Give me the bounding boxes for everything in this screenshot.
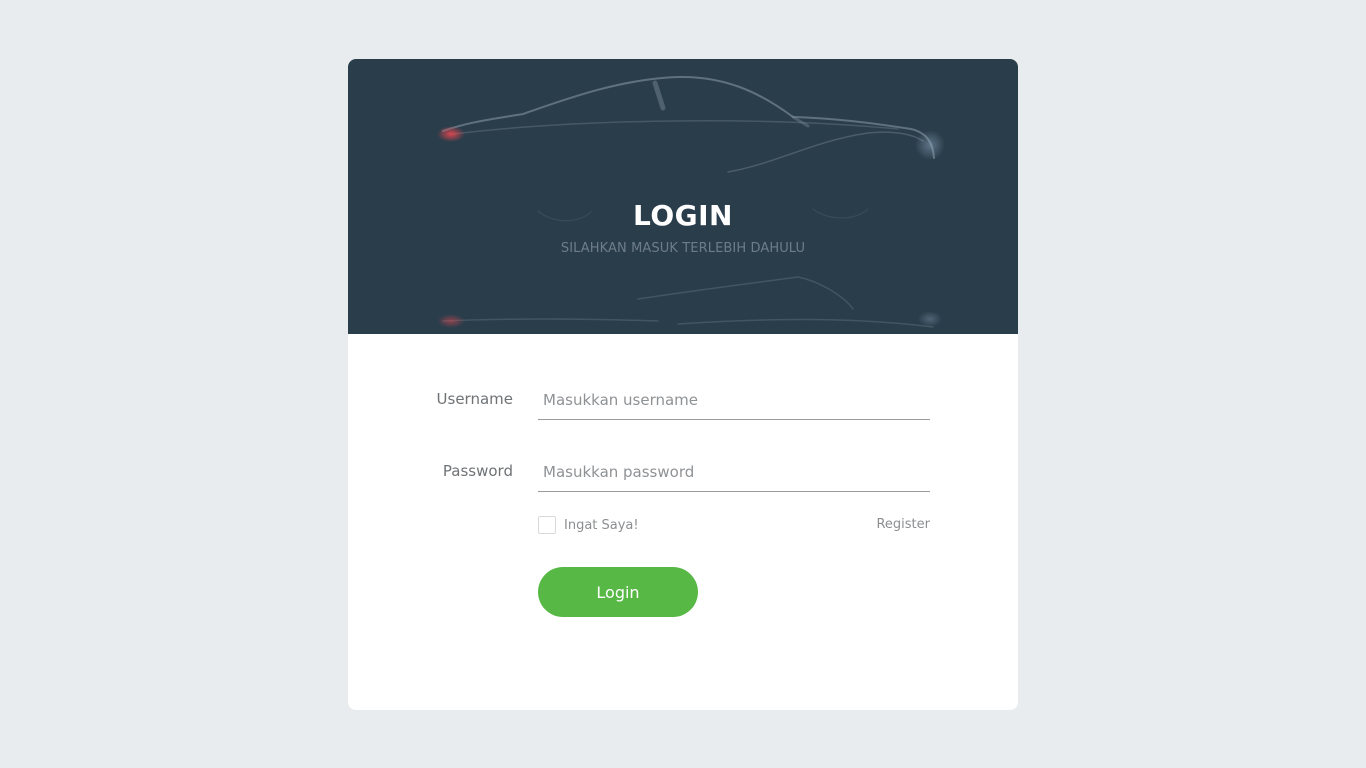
remember-checkbox[interactable] xyxy=(538,516,556,534)
password-field[interactable] xyxy=(538,452,930,492)
remember-label: Ingat Saya! xyxy=(564,517,639,533)
page-title: LOGIN xyxy=(633,199,733,232)
car-silhouette-icon xyxy=(437,75,945,328)
login-button[interactable]: Login xyxy=(538,567,698,617)
remember-me[interactable]: Ingat Saya! xyxy=(538,516,639,534)
login-card: LOGIN SILAHKAN MASUK TERLEBIH DAHULU Use… xyxy=(348,59,1018,710)
login-header: LOGIN SILAHKAN MASUK TERLEBIH DAHULU xyxy=(348,59,1018,334)
password-label: Password xyxy=(442,462,513,480)
username-field[interactable] xyxy=(538,380,930,420)
page-subtitle: SILAHKAN MASUK TERLEBIH DAHULU xyxy=(560,241,806,256)
register-link[interactable]: Register xyxy=(848,517,930,532)
username-label: Username xyxy=(436,390,513,408)
